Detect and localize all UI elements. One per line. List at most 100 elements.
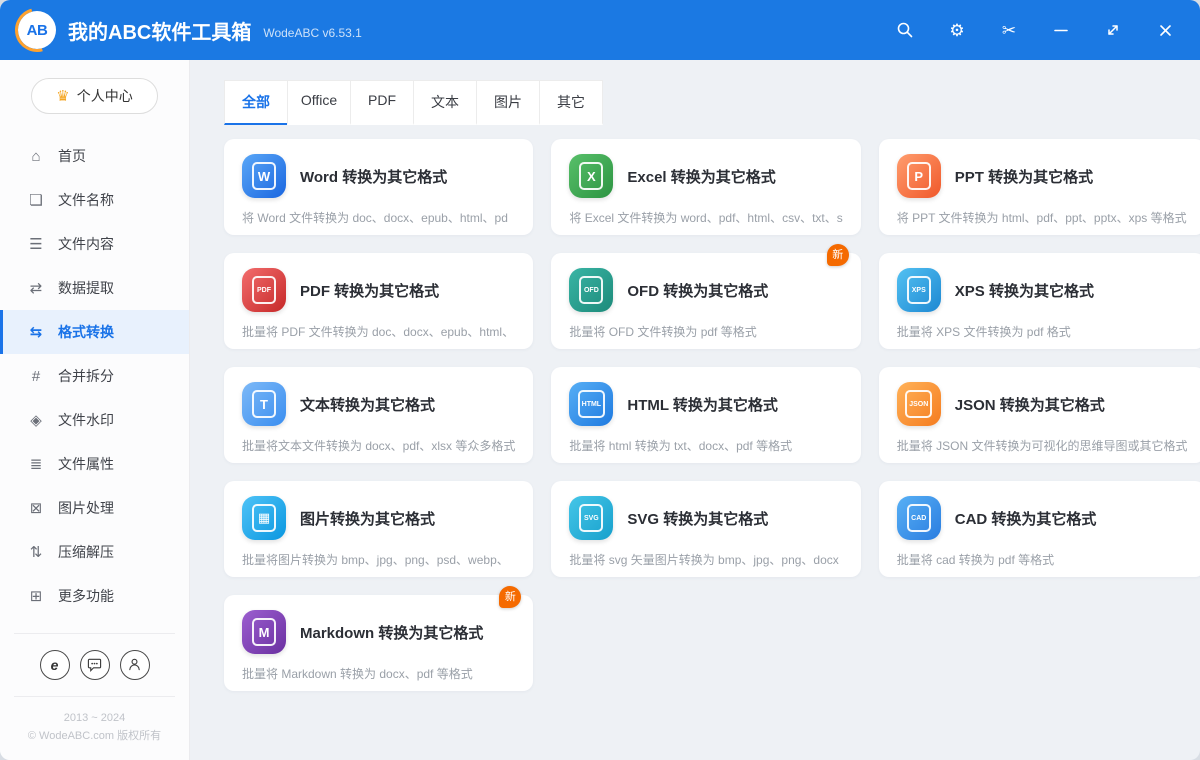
sidebar-item-label: 图片处理 (58, 500, 114, 516)
category-tab[interactable]: 图片 (476, 80, 540, 125)
tool-title: Word 转换为其它格式 (300, 168, 448, 186)
category-tab[interactable]: PDF (350, 80, 414, 125)
sidebar-item[interactable]: # 合并拆分 (0, 354, 189, 398)
tool-card[interactable]: CAD CAD 转换为其它格式 批量将 cad 转换为 pdf 等格式 (878, 481, 1200, 577)
sidebar-item-icon: ⇅ (29, 544, 43, 561)
category-tab[interactable]: 其它 (539, 80, 603, 125)
tool-card[interactable]: T 文本转换为其它格式 批量将文本文件转换为 docx、pdf、xlsx 等众多… (224, 367, 534, 463)
sidebar-item-label: 更多功能 (58, 588, 114, 604)
tool-icon: OFD (569, 268, 614, 312)
tool-icon-label: X (579, 162, 604, 190)
tools-grid: W Word 转换为其它格式 将 Word 文件转换为 doc、docx、epu… (224, 139, 1200, 691)
tool-card[interactable]: SVG SVG 转换为其它格式 批量将 svg 矢量图片转换为 bmp、jpg、… (551, 481, 861, 577)
tool-description: 批量将 svg 矢量图片转换为 bmp、jpg、png、docx (569, 553, 839, 567)
tool-icon-label: M (252, 618, 276, 646)
tool-card[interactable]: HTML HTML 转换为其它格式 批量将 html 转换为 txt、docx、… (551, 367, 861, 463)
tool-icon: CAD (896, 496, 941, 540)
tool-card[interactable]: ▦ 图片转换为其它格式 批量将图片转换为 bmp、jpg、png、psd、web… (224, 481, 534, 577)
settings-gear-icon[interactable]: ⚙ (946, 19, 968, 41)
sidebar-quick-links: e (14, 649, 175, 680)
sidebar-item-label: 格式转换 (58, 324, 114, 340)
tool-title: PDF 转换为其它格式 (300, 282, 440, 300)
browser-link-button[interactable]: e (39, 649, 70, 680)
tool-icon: W (242, 154, 286, 198)
category-tab[interactable]: Office (287, 80, 351, 125)
sidebar-item[interactable]: ⇄ 数据提取 (0, 266, 189, 310)
contact-person-button[interactable] (119, 649, 150, 680)
tool-icon-label: JSON (905, 390, 933, 418)
tool-icon: PDF (242, 268, 286, 312)
tool-description: 将 Word 文件转换为 doc、docx、epub、html、pd (242, 211, 508, 225)
tool-title: SVG 转换为其它格式 (627, 510, 769, 528)
tool-icon: XPS (896, 268, 941, 312)
tool-card[interactable]: 新 M Markdown 转换为其它格式 批量将 Markdown 转换为 do… (224, 586, 534, 691)
tool-card-header: T 文本转换为其它格式 (242, 382, 515, 426)
person-icon (129, 658, 140, 671)
tool-title: CAD 转换为其它格式 (954, 510, 1097, 528)
tool-card-header: OFD OFD 转换为其它格式 (569, 268, 842, 312)
app-title: 我的ABC软件工具箱 (68, 21, 252, 44)
tool-card-header: ▦ 图片转换为其它格式 (242, 496, 515, 540)
tool-title: Markdown 转换为其它格式 (300, 624, 484, 642)
tool-card[interactable]: X Excel 转换为其它格式 将 Excel 文件转换为 word、pdf、h… (551, 139, 861, 235)
sidebar-item[interactable]: ❏ 文件名称 (0, 178, 189, 222)
titlebar: AB 我的ABC软件工具箱 WodeABC v6.53.1 ⚙ ✂ (0, 0, 1200, 60)
tool-icon: X (569, 154, 614, 198)
sidebar-item[interactable]: ≣ 文件属性 (0, 442, 189, 486)
sidebar-item[interactable]: ⊠ 图片处理 (0, 486, 189, 530)
tool-card[interactable]: JSON JSON 转换为其它格式 批量将 JSON 文件转换为可视化的思维导图… (878, 367, 1200, 463)
sidebar-item-icon: ☰ (29, 236, 43, 253)
browser-e-icon: e (50, 656, 59, 673)
profile-center-button[interactable]: ♛ 个人中心 (31, 78, 158, 114)
tool-card-header: P PPT 转换为其它格式 (896, 154, 1188, 198)
copyright: 2013 ~ 2024 © WodeABC.com 版权所有 (14, 695, 175, 746)
tool-card[interactable]: P PPT 转换为其它格式 将 PPT 文件转换为 html、pdf、ppt、p… (878, 139, 1200, 235)
sidebar-item-label: 首页 (58, 148, 86, 164)
tool-card[interactable]: XPS XPS 转换为其它格式 批量将 XPS 文件转换为 pdf 格式 (878, 253, 1200, 349)
tool-description: 批量将 PDF 文件转换为 doc、docx、epub、html、 (242, 325, 515, 339)
sidebar-item[interactable]: ⌂ 首页 (0, 134, 189, 178)
tool-icon: JSON (896, 382, 941, 426)
sidebar-item-icon: ❏ (29, 192, 43, 209)
scissors-screenshot-icon[interactable]: ✂ (998, 19, 1020, 41)
tool-description: 批量将 JSON 文件转换为可视化的思维导图或其它格式 (896, 439, 1188, 453)
category-tab[interactable]: 文本 (413, 80, 477, 125)
sidebar-item-label: 文件内容 (58, 236, 114, 252)
sidebar-item[interactable]: ⇆ 格式转换 (0, 310, 189, 354)
sidebar-item-icon: ≣ (29, 456, 43, 473)
tool-description: 批量将图片转换为 bmp、jpg、png、psd、webp、 (242, 553, 509, 567)
tool-icon: SVG (569, 496, 614, 540)
tool-icon: M (242, 610, 286, 654)
sidebar-item[interactable]: ☰ 文件内容 (0, 222, 189, 266)
tool-icon-label: XPS (906, 276, 931, 304)
tool-icon-label: ▦ (252, 504, 276, 532)
tool-icon-label: OFD (579, 276, 604, 304)
search-icon[interactable] (894, 19, 916, 41)
tool-description: 批量将 html 转换为 txt、docx、pdf 等格式 (569, 439, 793, 453)
tool-description: 将 PPT 文件转换为 html、pdf、ppt、pptx、xps 等格式 (896, 211, 1187, 225)
tool-card-header: PDF PDF 转换为其它格式 (242, 268, 515, 312)
tool-card-header: CAD CAD 转换为其它格式 (896, 496, 1188, 540)
tool-card-header: W Word 转换为其它格式 (242, 154, 515, 198)
category-tab[interactable]: 全部 (224, 80, 288, 125)
tool-icon: HTML (569, 382, 614, 426)
sidebar-item[interactable]: ⊞ 更多功能 (0, 574, 189, 618)
tool-card[interactable]: 新 OFD OFD 转换为其它格式 批量将 OFD 文件转换为 pdf 等格式 (551, 244, 861, 349)
tool-icon: ▦ (242, 496, 286, 540)
sidebar-item-icon: ◈ (30, 412, 42, 429)
main-content: 全部 Office PDF 文本 图片 其它 W Word 转换为其它格式 将 Word … (190, 60, 1200, 760)
tool-card-header: SVG SVG 转换为其它格式 (569, 496, 842, 540)
tool-description: 批量将 cad 转换为 pdf 等格式 (896, 553, 1055, 567)
resize-restore-button[interactable] (1102, 19, 1124, 41)
tool-description: 批量将 OFD 文件转换为 pdf 等格式 (569, 325, 757, 339)
sidebar-item[interactable]: ⇅ 压缩解压 (0, 530, 189, 574)
tool-icon-label: CAD (906, 504, 931, 532)
minimize-button[interactable] (1050, 19, 1072, 41)
tool-card[interactable]: W Word 转换为其它格式 将 Word 文件转换为 doc、docx、epu… (224, 139, 534, 235)
sidebar-item[interactable]: ◈ 文件水印 (0, 398, 189, 442)
close-button[interactable] (1154, 19, 1176, 41)
chat-support-button[interactable] (79, 649, 110, 680)
app-window: AB 我的ABC软件工具箱 WodeABC v6.53.1 ⚙ ✂ ♛ 个人中心… (0, 0, 1200, 760)
tool-title: XPS 转换为其它格式 (954, 282, 1094, 300)
tool-card[interactable]: PDF PDF 转换为其它格式 批量将 PDF 文件转换为 doc、docx、e… (224, 253, 534, 349)
